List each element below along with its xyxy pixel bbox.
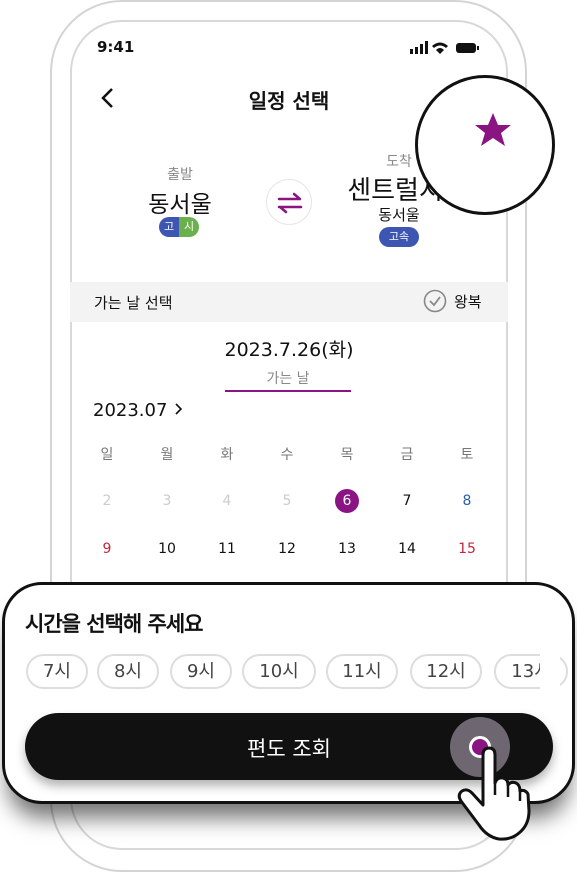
calendar-day[interactable]: 11 [215,537,239,561]
express-badge: 고속 [379,227,419,247]
weekday-label: 월 [160,447,174,463]
tab-departure-date[interactable]: 가는 날 [266,368,309,388]
chevron-right-icon[interactable] [174,402,184,416]
roundtrip-toggle[interactable]: 왕복 [423,289,482,313]
weekday-label: 토 [460,447,474,463]
calendar-day[interactable]: 14 [395,537,419,561]
departure-type-badge: 고 시 [159,217,199,237]
time-chip[interactable]: 8시 [97,654,159,689]
star-icon[interactable] [474,112,512,148]
tab-underline [225,390,351,392]
calendar-day: 3 [162,493,172,509]
time-chip[interactable]: 11시 [326,654,398,689]
chip-fade [540,650,560,692]
roundtrip-label: 왕복 [454,292,482,311]
time-select-title: 시간을 선택해 주세요 [25,612,204,636]
arrival-sub-terminal: 동서울 [378,206,420,224]
weekday-label: 금 [400,447,414,463]
calendar-day[interactable]: 12 [275,537,299,561]
page-title: 일정 선택 [248,89,330,113]
swap-arrows-icon [277,192,303,214]
time-chip[interactable]: 7시 [26,654,88,689]
calendar-day[interactable]: 15 [455,537,479,561]
calendar-day: 2 [102,493,112,509]
calendar-month: 2023.07 [93,400,168,421]
calendar-day: 5 [282,493,292,509]
status-time: 9:41 [97,38,135,56]
check-circle-icon [423,289,447,313]
calendar-day[interactable]: 10 [155,537,179,561]
calendar-day[interactable]: 13 [335,537,359,561]
calendar-day[interactable]: 9 [95,537,119,561]
status-icons [410,41,479,54]
swap-button[interactable] [266,179,312,225]
intercity-badge: 시 [179,217,199,237]
time-chip[interactable]: 9시 [170,654,232,689]
express-badge: 고 [159,217,179,237]
date-select-title: 가는 날 선택 [94,294,173,312]
arrival-label: 도착 [386,154,412,170]
calendar-day[interactable]: 6 [335,489,359,513]
back-chevron-icon[interactable] [99,86,117,110]
favorite-magnifier [415,75,555,215]
time-chip[interactable]: 10시 [242,654,316,689]
selected-date: 2023.7.26(화) [224,339,354,361]
weekday-label: 일 [100,447,114,463]
departure-terminal[interactable]: 동서울 [148,185,211,219]
weekday-label: 목 [340,447,354,463]
weekday-label: 수 [280,447,294,463]
weekday-label: 화 [220,447,234,463]
calendar-day[interactable]: 8 [455,489,479,513]
calendar-day: 4 [222,493,232,509]
departure-label: 출발 [167,167,193,183]
hand-pointer-icon [457,746,531,841]
calendar-day[interactable]: 7 [395,489,419,513]
time-chip[interactable]: 12시 [410,654,482,689]
search-button-label: 편도 조회 [247,737,331,761]
